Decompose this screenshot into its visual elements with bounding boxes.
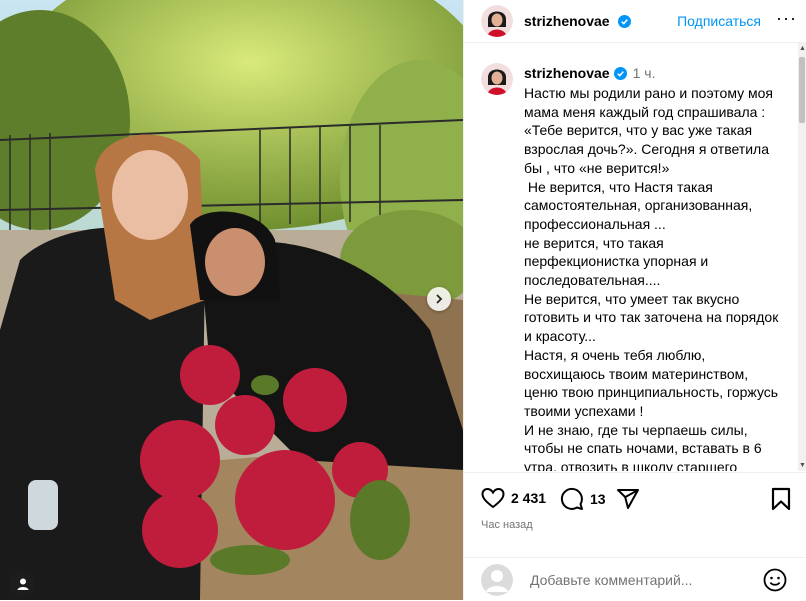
comment-button[interactable]: 13 <box>560 487 606 511</box>
instagram-post-view: strizhenovae Подписаться ··· strizhenova… <box>0 0 806 600</box>
tagged-users-button[interactable] <box>10 571 36 597</box>
posted-time: Час назад <box>481 519 533 531</box>
verified-badge-icon <box>618 15 632 28</box>
caption-scrollbar[interactable]: ▲ ▼ <box>798 43 806 471</box>
scroll-thumb[interactable] <box>799 57 805 123</box>
post-photo[interactable] <box>0 0 463 600</box>
comment-count: 13 <box>590 491 606 507</box>
caption-section: strizhenovae 1 ч. Настю мы родили рано и … <box>464 43 806 471</box>
more-options-button[interactable]: ··· <box>776 8 797 29</box>
comment-input[interactable] <box>528 568 762 592</box>
share-button[interactable] <box>616 487 640 511</box>
scroll-down-arrow-icon[interactable]: ▼ <box>799 462 806 469</box>
chevron-right-icon <box>436 294 443 304</box>
author-avatar[interactable] <box>481 5 513 37</box>
scroll-up-arrow-icon[interactable]: ▲ <box>799 45 806 52</box>
heart-icon <box>481 487 505 509</box>
bookmark-icon <box>771 487 791 511</box>
user-icon <box>17 578 29 590</box>
post-header: strizhenovae Подписаться ··· <box>464 0 806 43</box>
emoji-button[interactable] <box>763 568 787 597</box>
photo-image <box>0 0 463 600</box>
like-count: 2 431 <box>511 490 547 506</box>
emoji-icon <box>763 568 787 592</box>
default-avatar-icon <box>481 564 513 596</box>
author-username[interactable]: strizhenovae <box>524 13 610 29</box>
caption-text: Настю мы родили рано и поэтому моя мама … <box>524 85 779 471</box>
avatar-image <box>481 63 513 95</box>
save-button[interactable] <box>771 487 791 511</box>
post-actions: 2 431 13 Час назад <box>464 472 806 558</box>
caption-header: strizhenovae 1 ч. <box>524 65 655 81</box>
avatar-image <box>481 5 513 37</box>
post-sidebar: strizhenovae Подписаться ··· strizhenova… <box>463 0 806 600</box>
caption-author-username[interactable]: strizhenovae <box>524 65 610 81</box>
next-photo-button[interactable] <box>427 287 451 311</box>
comment-icon <box>560 487 583 510</box>
add-comment-bar <box>464 557 806 601</box>
verified-badge-icon <box>613 67 627 80</box>
current-user-avatar <box>481 564 513 596</box>
like-button[interactable]: 2 431 <box>481 487 546 509</box>
caption-time: 1 ч. <box>632 65 656 81</box>
follow-button[interactable]: Подписаться <box>677 13 761 29</box>
share-icon <box>617 489 639 509</box>
caption-author-avatar[interactable] <box>481 63 513 95</box>
